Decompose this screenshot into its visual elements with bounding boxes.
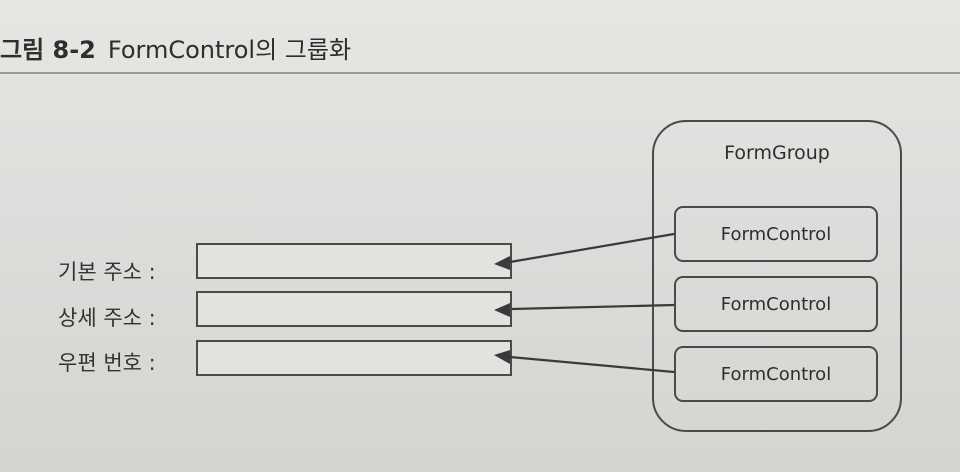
arrow-line-3 <box>509 355 675 374</box>
arrow-head-1 <box>494 256 510 270</box>
figure-page: 그림 8-2 FormControl의 그룹화 기본 주소 : 상세 주소 : 우… <box>0 0 960 472</box>
arrow-head-3 <box>494 350 510 364</box>
arrow-line-1 <box>509 232 675 264</box>
connector-arrows <box>494 232 675 374</box>
arrow-line-2 <box>511 303 675 311</box>
arrow-head-2 <box>494 303 510 317</box>
